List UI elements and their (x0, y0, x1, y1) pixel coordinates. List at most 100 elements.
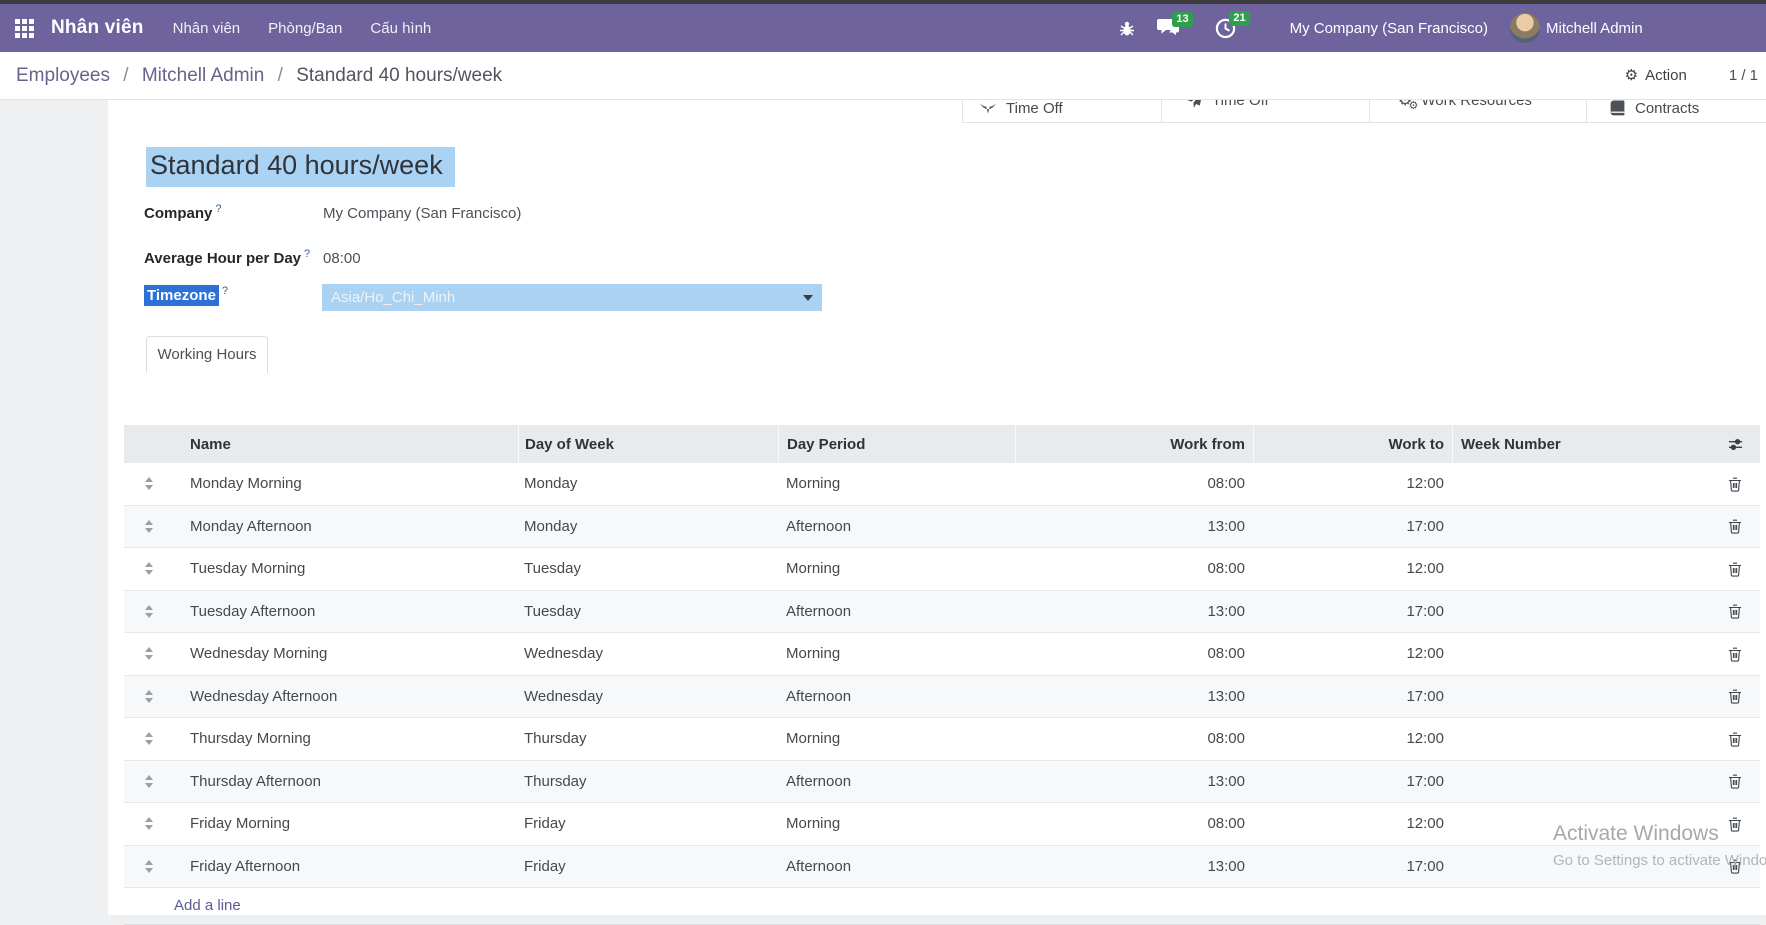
drag-handle-icon[interactable] (124, 676, 174, 718)
table-row[interactable]: Thursday MorningThursdayMorning08:0012:0… (124, 718, 1760, 761)
cell-name[interactable]: Wednesday Morning (174, 633, 518, 675)
cell-day-period[interactable]: Afternoon (778, 676, 1015, 718)
cell-name[interactable]: Thursday Morning (174, 718, 518, 760)
cell-day-period[interactable]: Afternoon (778, 761, 1015, 803)
delete-row-icon[interactable] (1710, 803, 1760, 845)
timezone-select[interactable]: Asia/Ho_Chi_Minh (322, 284, 822, 311)
company-switcher[interactable]: My Company (San Francisco) (1290, 20, 1488, 37)
cell-week-number[interactable] (1452, 676, 1710, 718)
cell-day-of-week[interactable]: Monday (518, 506, 778, 548)
table-row[interactable]: Wednesday MorningWednesdayMorning08:0012… (124, 633, 1760, 676)
column-header-name[interactable]: Name (174, 425, 518, 463)
drag-handle-icon[interactable] (124, 506, 174, 548)
cell-name[interactable]: Wednesday Afternoon (174, 676, 518, 718)
cell-work-to[interactable]: 17:00 (1253, 676, 1452, 718)
apps-grid-icon[interactable] (14, 18, 34, 38)
cell-name[interactable]: Monday Afternoon (174, 506, 518, 548)
cell-work-from[interactable]: 08:00 (1015, 463, 1253, 505)
cell-work-to[interactable]: 12:00 (1253, 548, 1452, 590)
cell-work-to[interactable]: 12:00 (1253, 463, 1452, 505)
cell-work-from[interactable]: 13:00 (1015, 676, 1253, 718)
cell-week-number[interactable] (1452, 718, 1710, 760)
time-off-button-2[interactable]: Time Off (1161, 100, 1369, 123)
drag-handle-icon[interactable] (124, 803, 174, 845)
cell-week-number[interactable] (1452, 548, 1710, 590)
table-row[interactable]: Monday AfternoonMondayAfternoon13:0017:0… (124, 506, 1760, 549)
record-pager[interactable]: 1 / 1 (1729, 67, 1758, 84)
delete-row-icon[interactable] (1710, 548, 1760, 590)
cell-week-number[interactable] (1452, 463, 1710, 505)
table-row[interactable]: Tuesday AfternoonTuesdayAfternoon13:0017… (124, 591, 1760, 634)
cell-day-of-week[interactable]: Tuesday (518, 591, 778, 633)
cell-day-of-week[interactable]: Wednesday (518, 676, 778, 718)
work-resources-button[interactable]: ⚙⚙ Work Resources (1369, 100, 1586, 123)
cell-name[interactable]: Tuesday Morning (174, 548, 518, 590)
cell-day-of-week[interactable]: Thursday (518, 761, 778, 803)
cell-day-period[interactable]: Morning (778, 548, 1015, 590)
activities-clock-icon[interactable]: 21 (1215, 18, 1236, 39)
delete-row-icon[interactable] (1710, 506, 1760, 548)
delete-row-icon[interactable] (1710, 633, 1760, 675)
cell-work-to[interactable]: 17:00 (1253, 591, 1452, 633)
cell-work-from[interactable]: 13:00 (1015, 506, 1253, 548)
drag-handle-icon[interactable] (124, 633, 174, 675)
cell-week-number[interactable] (1452, 506, 1710, 548)
cell-day-period[interactable]: Morning (778, 803, 1015, 845)
current-app-title[interactable]: Nhân viên (51, 17, 144, 39)
cell-work-to[interactable]: 12:00 (1253, 718, 1452, 760)
cell-day-of-week[interactable]: Tuesday (518, 548, 778, 590)
column-header-work-to[interactable]: Work to (1253, 425, 1452, 463)
cell-work-to[interactable]: 12:00 (1253, 803, 1452, 845)
cell-work-from[interactable]: 08:00 (1015, 718, 1253, 760)
cell-week-number[interactable] (1452, 846, 1710, 888)
optional-columns-icon[interactable] (1710, 425, 1760, 463)
cell-work-from[interactable]: 08:00 (1015, 803, 1253, 845)
drag-handle-icon[interactable] (124, 463, 174, 505)
add-a-line-link[interactable]: Add a line (124, 888, 241, 924)
action-menu-button[interactable]: ⚙ Action (1625, 67, 1687, 84)
debug-bug-icon[interactable] (1119, 20, 1135, 37)
time-off-button[interactable]: Time Off (962, 100, 1161, 123)
table-row[interactable]: Monday MorningMondayMorning08:0012:00 (124, 463, 1760, 506)
user-menu[interactable]: Mitchell Admin (1546, 20, 1766, 37)
column-header-work-from[interactable]: Work from (1015, 425, 1253, 463)
cell-name[interactable]: Friday Morning (174, 803, 518, 845)
cell-name[interactable]: Thursday Afternoon (174, 761, 518, 803)
delete-row-icon[interactable] (1710, 463, 1760, 505)
menu-configuration[interactable]: Cấu hình (370, 20, 431, 37)
cell-week-number[interactable] (1452, 803, 1710, 845)
drag-handle-icon[interactable] (124, 591, 174, 633)
cell-week-number[interactable] (1452, 633, 1710, 675)
messages-icon[interactable]: 13 (1157, 19, 1179, 38)
cell-day-of-week[interactable]: Wednesday (518, 633, 778, 675)
cell-work-to[interactable]: 17:00 (1253, 506, 1452, 548)
company-value[interactable]: My Company (San Francisco) (323, 205, 521, 222)
cell-work-to[interactable]: 12:00 (1253, 633, 1452, 675)
cell-work-from[interactable]: 08:00 (1015, 548, 1253, 590)
cell-work-from[interactable]: 13:00 (1015, 591, 1253, 633)
cell-work-from[interactable]: 08:00 (1015, 633, 1253, 675)
table-row[interactable]: Tuesday MorningTuesdayMorning08:0012:00 (124, 548, 1760, 591)
column-header-week-number[interactable]: Week Number (1452, 425, 1710, 463)
drag-handle-icon[interactable] (124, 548, 174, 590)
tab-working-hours[interactable]: Working Hours (146, 336, 268, 373)
column-header-day-of-week[interactable]: Day of Week (518, 425, 778, 463)
delete-row-icon[interactable] (1710, 718, 1760, 760)
drag-handle-icon[interactable] (124, 846, 174, 888)
record-title-text[interactable]: Standard 40 hours/week (146, 147, 455, 187)
cell-work-to[interactable]: 17:00 (1253, 846, 1452, 888)
delete-row-icon[interactable] (1710, 761, 1760, 803)
cell-day-period[interactable]: Afternoon (778, 846, 1015, 888)
table-row[interactable]: Thursday AfternoonThursdayAfternoon13:00… (124, 761, 1760, 804)
cell-day-period[interactable]: Morning (778, 718, 1015, 760)
cell-day-period[interactable]: Afternoon (778, 506, 1015, 548)
cell-day-of-week[interactable]: Friday (518, 803, 778, 845)
contracts-button[interactable]: Contracts (1586, 100, 1766, 123)
cell-day-of-week[interactable]: Monday (518, 463, 778, 505)
delete-row-icon[interactable] (1710, 591, 1760, 633)
drag-handle-icon[interactable] (124, 718, 174, 760)
user-avatar[interactable] (1510, 13, 1540, 43)
cell-day-period[interactable]: Morning (778, 633, 1015, 675)
cell-work-from[interactable]: 13:00 (1015, 846, 1253, 888)
delete-row-icon[interactable] (1710, 846, 1760, 888)
